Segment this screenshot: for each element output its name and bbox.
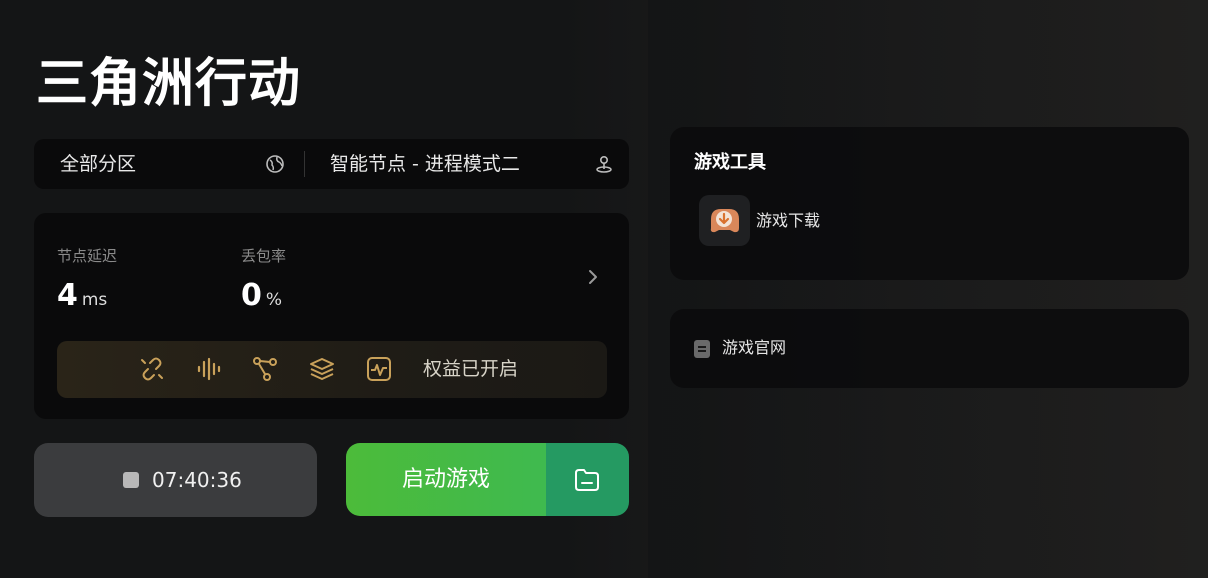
waveform-icon xyxy=(197,357,221,381)
download-icon xyxy=(710,209,739,233)
stop-icon xyxy=(123,472,139,488)
stop-acceleration-button[interactable]: 07:40:36 xyxy=(34,443,317,517)
background-artwork xyxy=(560,0,1208,578)
official-website-label: 游戏官网 xyxy=(722,338,787,357)
benefits-strip[interactable]: 权益已开启 xyxy=(57,341,607,398)
packet-loss-label: 丢包率 xyxy=(241,247,287,265)
node-label: 智能节点 - 进程模式二 xyxy=(330,153,520,175)
packet-loss-number: 0 xyxy=(241,278,262,313)
link-icon xyxy=(141,357,163,381)
region-selector[interactable]: 全部分区 xyxy=(34,139,304,189)
game-path-button[interactable] xyxy=(546,443,629,516)
document-icon xyxy=(694,340,710,358)
packet-loss-value: 0% xyxy=(241,279,282,317)
globe-icon xyxy=(266,155,284,173)
monitor-icon xyxy=(367,357,391,381)
game-title: 三角洲行动 xyxy=(36,54,302,114)
latency-value: 4 ms xyxy=(57,279,107,317)
region-label: 全部分区 xyxy=(60,153,137,175)
location-pin-icon xyxy=(596,155,612,173)
official-website-link[interactable]: 游戏官网 xyxy=(670,309,1189,388)
latency-label: 节点延迟 xyxy=(57,247,118,265)
packet-loss-unit: % xyxy=(265,290,283,310)
layers-icon xyxy=(310,358,334,380)
folder-icon xyxy=(575,469,599,491)
benefits-label: 权益已开启 xyxy=(423,358,519,380)
session-timer: 07:40:36 xyxy=(152,468,242,492)
game-tools-title: 游戏工具 xyxy=(694,152,766,173)
game-tools-card: 游戏工具 游戏下载 xyxy=(670,127,1189,280)
game-download-label: 游戏下载 xyxy=(756,211,821,230)
zone-selector-bar: 全部分区 智能节点 - 进程模式二 xyxy=(34,139,629,189)
route-icon xyxy=(253,357,277,381)
launch-game-button[interactable]: 启动游戏 xyxy=(346,443,546,516)
launch-game-label: 启动游戏 xyxy=(401,467,490,492)
latency-number: 4 xyxy=(57,278,78,313)
game-download-icon-box xyxy=(699,195,750,246)
node-selector[interactable]: 智能节点 - 进程模式二 xyxy=(305,139,629,189)
game-download-tool[interactable]: 游戏下载 xyxy=(699,195,859,247)
network-stats-card: 节点延迟 4 ms 丢包率 0% 权益已开启 xyxy=(34,213,629,419)
chevron-right-icon[interactable] xyxy=(583,266,603,288)
latency-unit: ms xyxy=(81,290,108,310)
